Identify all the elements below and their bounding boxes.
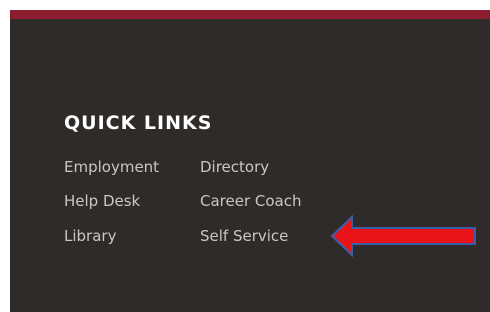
link-self-service[interactable]: Self Service [200, 226, 288, 246]
link-library[interactable]: Library [64, 226, 116, 246]
link-career-coach[interactable]: Career Coach [200, 191, 302, 211]
quick-links-heading: QUICK LINKS [64, 112, 213, 134]
header-accent-bar [10, 10, 490, 19]
link-directory[interactable]: Directory [200, 157, 269, 177]
page-frame: QUICK LINKS Employment Directory Help De… [0, 0, 490, 312]
left-arrow-icon [330, 214, 476, 258]
link-help-desk[interactable]: Help Desk [64, 191, 140, 211]
link-employment[interactable]: Employment [64, 157, 159, 177]
